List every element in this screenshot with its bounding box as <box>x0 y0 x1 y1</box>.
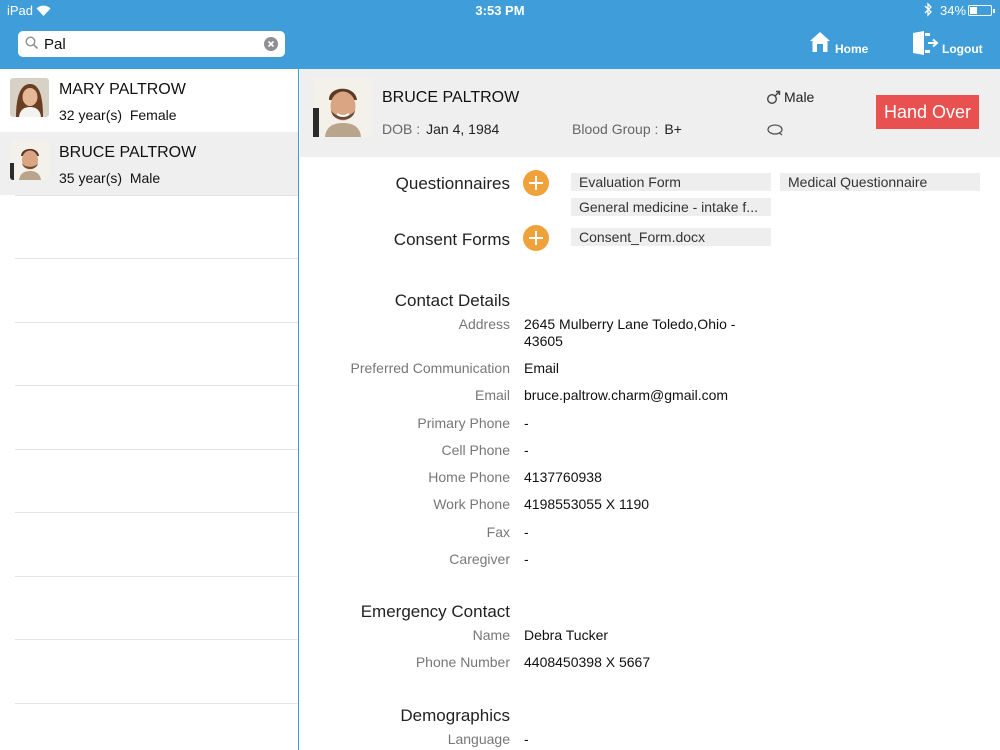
patient-age: 35 year(s) <box>59 170 123 186</box>
consent-form-chip[interactable]: Consent_Form.docx <box>571 228 771 246</box>
hand-over-button[interactable]: Hand Over <box>876 95 979 129</box>
emergency-contact-heading: Emergency Contact <box>360 602 510 621</box>
preferred-communication-label: Preferred Communication <box>350 360 510 376</box>
home-button[interactable]: Home <box>809 31 869 59</box>
gender-value: Male <box>784 89 815 105</box>
bluetooth-icon <box>923 2 933 20</box>
language-value: - <box>524 731 529 747</box>
battery-percentage: 34% <box>940 3 967 18</box>
cell-phone-label: Cell Phone <box>441 442 511 458</box>
address-label: Address <box>458 316 510 332</box>
add-consent-form-button[interactable] <box>523 225 549 251</box>
patient-name: BRUCE PALTROW <box>382 89 520 106</box>
work-phone-value: 4198553055 X 1190 <box>524 496 650 512</box>
patient-details: Questionnaires Evaluation Form Medical Q… <box>300 157 1000 750</box>
search-input[interactable] <box>44 34 254 54</box>
home-icon <box>809 31 831 56</box>
home-phone-label: Home Phone <box>428 469 510 485</box>
patient-row-mary[interactable]: MARY PALTROW 32 year(s) Female <box>0 69 298 132</box>
fax-value: - <box>524 524 529 540</box>
avatar <box>10 78 49 117</box>
logout-icon <box>911 31 939 58</box>
questionnaire-chip[interactable]: Medical Questionnaire <box>780 173 980 191</box>
list-separator <box>15 512 298 513</box>
dob-value: Jan 4, 1984 <box>426 121 500 137</box>
clear-search-icon[interactable] <box>264 37 278 51</box>
questionnaires-label: Questionnaires <box>395 174 510 193</box>
dob-field: DOB : Jan 4, 1984 <box>382 121 499 137</box>
logout-button[interactable]: Logout <box>911 31 986 59</box>
list-separator <box>15 258 298 259</box>
patient-gender: Male <box>129 170 161 186</box>
patient-age: 32 year(s) <box>59 107 123 123</box>
clock: 3:53 PM <box>475 3 525 18</box>
emergency-name-value: Debra Tucker <box>524 627 609 643</box>
patient-list: MARY PALTROW 32 year(s) Female BRUCE PAL… <box>0 69 298 750</box>
email-label: Email <box>474 387 510 403</box>
patient-name: BRUCE PALTROW <box>59 144 197 161</box>
patient-photo <box>313 78 372 137</box>
emergency-name-label: Name <box>472 627 510 643</box>
blood-group-field: Blood Group : B+ <box>572 121 682 137</box>
status-bar: iPad 3:53 PM 34% <box>0 0 1000 22</box>
list-separator <box>15 449 298 450</box>
work-phone-label: Work Phone <box>433 496 510 512</box>
patient-row-bruce[interactable]: BRUCE PALTROW 35 year(s) Male <box>0 132 298 195</box>
list-separator <box>15 195 298 196</box>
consent-forms-label: Consent Forms <box>393 230 510 249</box>
list-separator <box>15 385 298 386</box>
contact-details-heading: Contact Details <box>394 291 510 310</box>
primary-phone-label: Primary Phone <box>417 415 510 431</box>
cell-phone-value: - <box>524 442 529 458</box>
gender-field: Male <box>766 89 814 105</box>
primary-phone-value: - <box>524 415 529 431</box>
emergency-phone-value: 4408450398 X 5667 <box>524 654 651 670</box>
questionnaire-chip[interactable]: General medicine - intake f... <box>571 198 771 216</box>
avatar <box>10 141 49 180</box>
questionnaire-chip[interactable]: Evaluation Form <box>571 173 771 191</box>
fax-label: Fax <box>486 524 510 540</box>
caregiver-value: - <box>524 551 529 567</box>
panel-divider <box>298 69 299 750</box>
blood-group-label: Blood Group : <box>572 121 659 137</box>
list-separator <box>15 639 298 640</box>
email-value: bruce.paltrow.charm@gmail.com <box>524 387 729 403</box>
caregiver-label: Caregiver <box>449 551 510 567</box>
list-separator <box>15 576 298 577</box>
search-icon <box>25 36 39 55</box>
home-label: Home <box>835 42 869 56</box>
male-icon <box>766 89 784 105</box>
list-separator <box>15 322 298 323</box>
demographics-heading: Demographics <box>400 706 510 725</box>
patient-meta: 32 year(s) Female <box>59 107 177 123</box>
blood-group-value: B+ <box>664 121 682 137</box>
patient-name: MARY PALTROW <box>59 81 186 98</box>
top-bar: iPad 3:53 PM 34% Home Logout <box>0 0 1000 69</box>
chat-icon[interactable] <box>766 123 784 141</box>
patient-gender: Female <box>129 107 177 123</box>
emergency-phone-label: Phone Number <box>415 654 510 670</box>
add-questionnaire-button[interactable] <box>523 170 549 196</box>
patient-header: BRUCE PALTROW DOB : Jan 4, 1984 Blood Gro… <box>300 69 1000 157</box>
logout-label: Logout <box>942 42 983 56</box>
dob-label: DOB : <box>382 121 421 137</box>
search-bar[interactable] <box>18 31 285 57</box>
battery-icon <box>968 5 995 16</box>
patient-meta: 35 year(s) Male <box>59 170 160 186</box>
list-separator <box>15 703 298 704</box>
home-phone-value: 4137760938 <box>524 469 602 485</box>
preferred-communication-value: Email <box>524 360 560 376</box>
language-label: Language <box>447 731 510 747</box>
address-value: 2645 Mulberry Lane Toledo,Ohio - 43605 <box>524 316 736 349</box>
